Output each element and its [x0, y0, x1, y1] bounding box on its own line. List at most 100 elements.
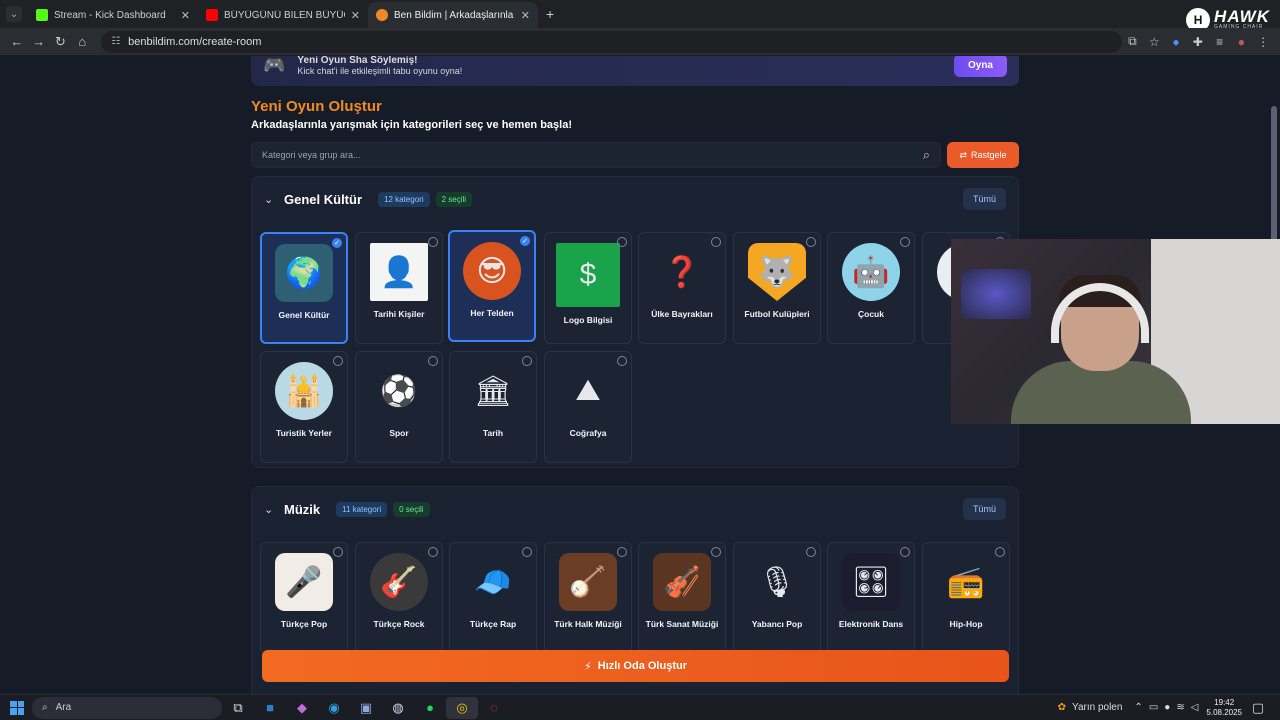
- chevron-up-icon[interactable]: ⌃: [1134, 702, 1142, 713]
- spotify-icon[interactable]: ●: [414, 697, 446, 719]
- back-icon[interactable]: ←: [6, 34, 28, 49]
- reload-icon[interactable]: ↻: [50, 34, 72, 50]
- tab-ben-bildim[interactable]: Ben Bildim | Arkadaşlarınla Onl ✕: [368, 2, 538, 28]
- radio-icon: [995, 547, 1005, 557]
- clock-date: 5.08.2025: [1206, 707, 1242, 717]
- radio-icon: [333, 547, 343, 557]
- edge-icon[interactable]: ◉: [318, 697, 350, 719]
- windows-start-icon[interactable]: [10, 700, 24, 715]
- category-card-turkce-pop[interactable]: 🎤 Türkçe Pop: [260, 542, 348, 654]
- install-app-icon[interactable]: ⧉: [1122, 34, 1144, 49]
- category-card-turk-halk-muzigi[interactable]: 🪕 Türk Halk Müziği: [544, 542, 632, 654]
- new-tab-icon[interactable]: +: [546, 6, 554, 22]
- category-card-cocuk[interactable]: 🤖 Çocuk: [827, 232, 915, 344]
- search-icon: ⌕: [42, 702, 48, 713]
- section-title: Genel Kültür: [284, 191, 363, 207]
- category-label: Türkçe Rap: [469, 619, 517, 629]
- quick-create-room-button[interactable]: ⚡ Hızlı Oda Oluştur: [262, 650, 1009, 682]
- menu-kebab-icon[interactable]: ⋮: [1252, 35, 1274, 49]
- home-icon[interactable]: ⌂: [71, 34, 93, 49]
- tab-title: Ben Bildim | Arkadaşlarınla Onl: [394, 9, 515, 21]
- category-label: Genel Kültür: [278, 310, 330, 320]
- obs-icon[interactable]: ◌: [478, 697, 510, 719]
- category-count-badge: 12 kategori: [378, 191, 430, 207]
- category-search-input[interactable]: Kategori veya grup ara... ⌕: [251, 142, 941, 168]
- category-card-turistik-yerler[interactable]: 🕌 Turistik Yerler: [260, 351, 348, 463]
- store-icon[interactable]: ▣: [350, 697, 382, 719]
- category-card-turkce-rock[interactable]: 🎸 Türkçe Rock: [355, 542, 443, 654]
- weather-widget[interactable]: ✿ Yarın polen: [1058, 702, 1123, 713]
- promo-title: Yeni Oyun Sha Söylemiş!: [297, 56, 418, 66]
- select-all-button[interactable]: Tümü: [962, 188, 1006, 210]
- section-header[interactable]: ⌄ Genel Kültür 12 kategori 2 seçili Tümü: [252, 177, 1018, 221]
- chrome-icon[interactable]: ◎: [446, 696, 478, 719]
- select-all-button[interactable]: Tümü: [962, 498, 1006, 520]
- flag-icon: ❓: [663, 255, 701, 289]
- colosseum-icon: 🏛: [473, 374, 513, 408]
- tab-search-icon[interactable]: ⌄: [6, 6, 22, 22]
- steam-icon[interactable]: ◍: [382, 697, 414, 719]
- copilot-icon[interactable]: ◆: [286, 697, 318, 719]
- category-card-her-telden[interactable]: ✓ 😎 Her Telden: [448, 230, 536, 342]
- category-label: Çocuk: [858, 309, 884, 319]
- lightning-icon: ⚡: [584, 660, 592, 673]
- hawk-brand-text: HAWK: [1214, 7, 1270, 26]
- search-icon[interactable]: ⌕: [923, 147, 930, 163]
- category-card-turkce-rap[interactable]: 🧢 Türkçe Rap: [449, 542, 537, 654]
- close-tab-icon[interactable]: ✕: [351, 9, 360, 22]
- category-card-turk-sanat-muzigi[interactable]: 🎻 Türk Sanat Müziği: [638, 542, 726, 654]
- portrait-icon: 👤: [370, 243, 428, 301]
- clock[interactable]: 19:42 5.08.2025: [1206, 698, 1242, 718]
- play-button[interactable]: Oyna: [953, 56, 1007, 77]
- extensions-puzzle-icon[interactable]: ✚: [1187, 35, 1209, 49]
- category-label: Yabancı Pop: [751, 619, 803, 629]
- wifi-icon[interactable]: ≋: [1176, 702, 1184, 713]
- check-icon: ✓: [332, 238, 342, 248]
- chevron-down-icon[interactable]: ⌄: [264, 193, 284, 206]
- chevron-down-icon[interactable]: ⌄: [264, 503, 284, 516]
- category-label: Ülke Bayrakları: [651, 309, 713, 319]
- category-card-genel-kultur[interactable]: ✓ 🌍 Genel Kültür: [260, 232, 348, 344]
- category-card-spor[interactable]: ⚽ Spor: [355, 351, 443, 463]
- address-bar[interactable]: ☷ benbildim.com/create-room: [101, 30, 1122, 53]
- balls-icon: ⚽: [380, 374, 418, 408]
- category-label: Hip-Hop: [949, 619, 983, 629]
- category-card-elektronik-dans[interactable]: 🎛 Elektronik Dans: [827, 542, 915, 654]
- mountain-icon: ⛰: [575, 374, 601, 407]
- random-button[interactable]: ⇄ Rastgele: [947, 142, 1019, 168]
- browser-toolbar: ← → ↻ ⌂ ☷ benbildim.com/create-room ⧉ ☆ …: [0, 28, 1280, 56]
- forward-icon[interactable]: →: [28, 34, 50, 49]
- tab-kick-dashboard[interactable]: Stream - Kick Dashboard ✕: [28, 2, 198, 28]
- category-card-ulke-bayraklari[interactable]: ❓ Ülke Bayrakları: [638, 232, 726, 344]
- promo-banner: 🎮 Yeni Oyun Sha Söylemiş! Kick chat'i il…: [251, 56, 1019, 86]
- task-view-icon[interactable]: ⧉: [222, 697, 254, 719]
- taskbar-search[interactable]: ⌕ Ara: [32, 696, 222, 719]
- bookmark-star-icon[interactable]: ☆: [1143, 35, 1165, 49]
- category-card-yabanci-pop[interactable]: 🎙 Yabancı Pop: [733, 542, 821, 654]
- notification-icon[interactable]: ▢: [1242, 697, 1274, 719]
- close-tab-icon[interactable]: ✕: [521, 9, 530, 22]
- reading-list-icon[interactable]: ≡: [1209, 35, 1231, 49]
- tab-youtube[interactable]: BÜYÜĞÜNÜ BİLEN BÜYÜĞÜND ✕: [198, 2, 368, 28]
- category-label: Tarih: [482, 428, 504, 438]
- category-card-hip-hop[interactable]: 📻 Hip-Hop: [922, 542, 1010, 654]
- close-tab-icon[interactable]: ✕: [181, 9, 190, 22]
- radio-icon: [617, 356, 627, 366]
- pollen-icon: ✿: [1057, 702, 1067, 713]
- category-card-tarih[interactable]: 🏛 Tarih: [449, 351, 537, 463]
- extension-shield-icon[interactable]: ●: [1165, 35, 1187, 49]
- profile-avatar-icon[interactable]: ●: [1230, 35, 1252, 49]
- display-icon[interactable]: ▭: [1149, 702, 1158, 713]
- site-info-icon[interactable]: ☷: [111, 36, 120, 47]
- selected-count-badge: 0 seçili: [393, 501, 430, 517]
- category-card-futbol-kulupleri[interactable]: 🐺 Futbol Kulüpleri: [733, 232, 821, 344]
- category-card-cografya[interactable]: ⛰ Coğrafya: [544, 351, 632, 463]
- category-card-logo-bilgisi[interactable]: $ Logo Bilgisi: [544, 232, 632, 344]
- system-tray: ⌃ ▭ ● ≋ ◁: [1134, 702, 1198, 713]
- outlook-icon[interactable]: ■: [254, 697, 286, 719]
- section-header[interactable]: ⌄ Müzik 11 kategori 0 seçili Tümü: [252, 487, 1018, 531]
- microphone-tray-icon[interactable]: ●: [1164, 702, 1170, 713]
- category-card-tarihi-kisiler[interactable]: 👤 Tarihi Kişiler: [355, 232, 443, 344]
- search-placeholder: Kategori veya grup ara...: [262, 150, 361, 160]
- volume-icon[interactable]: ◁: [1191, 702, 1199, 713]
